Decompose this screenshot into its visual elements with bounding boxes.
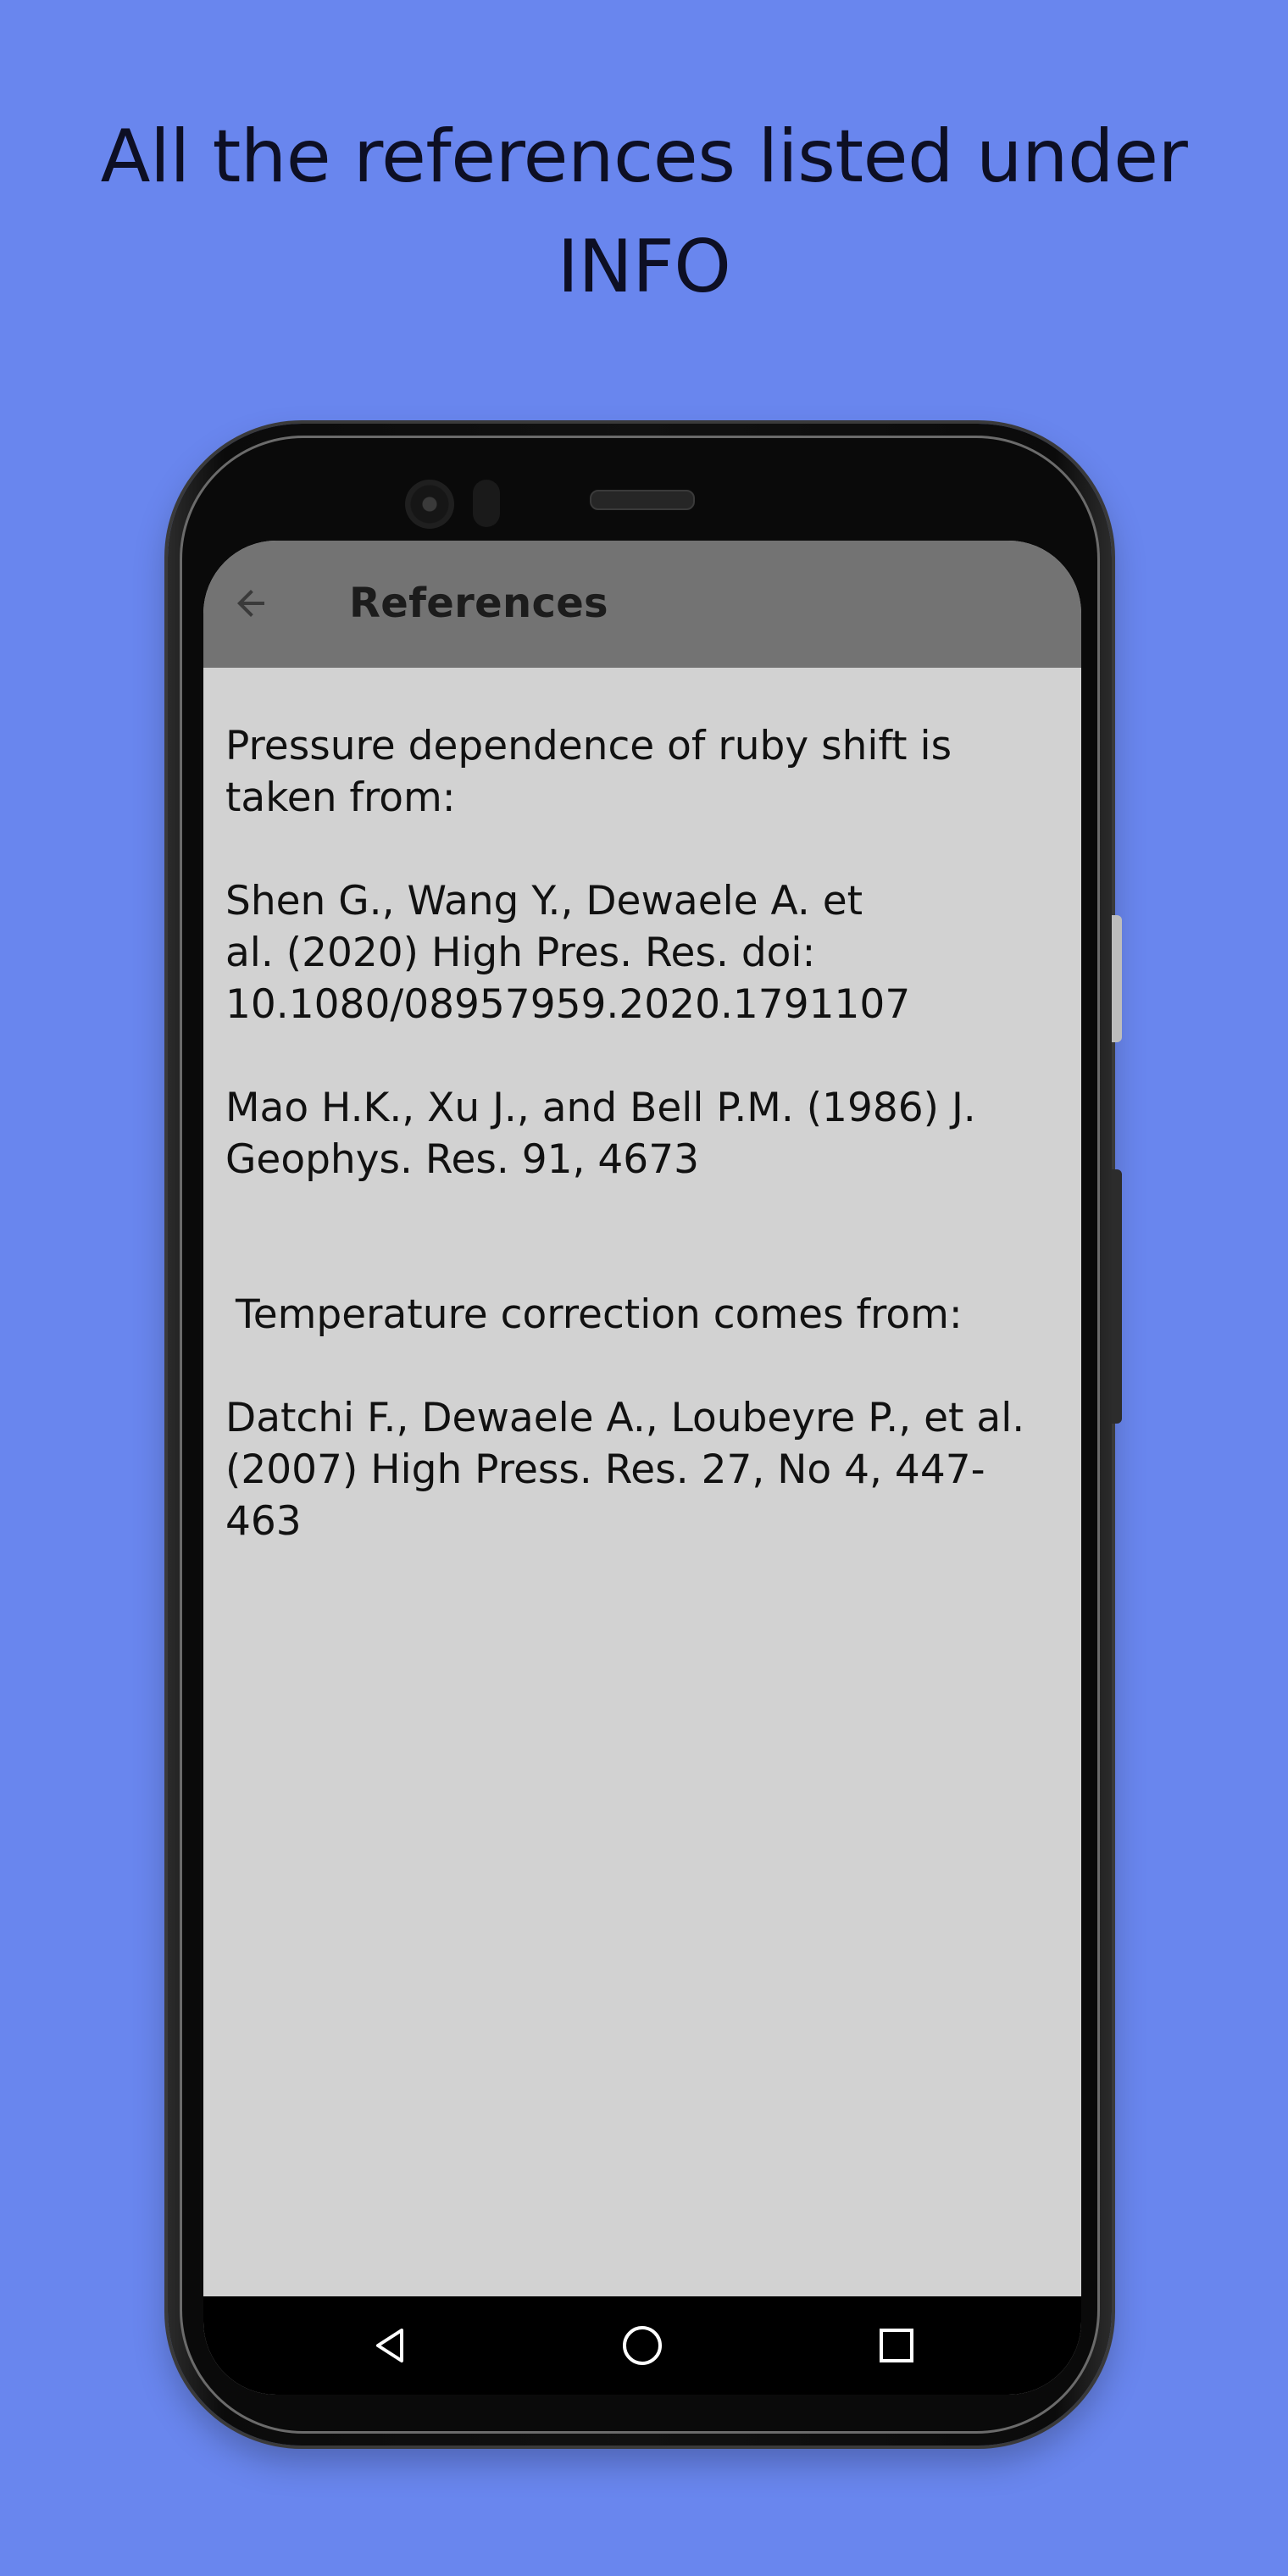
reference-shen-line-3: 10.1080/08957959.2020.1791107: [225, 981, 911, 1028]
reference-shen-line-2: al. (2020) High Pres. Res. doi:: [225, 930, 816, 976]
promo-caption: All the references listed under INFO: [100, 114, 1188, 309]
nav-recents-square-icon: [880, 2329, 913, 2362]
front-camera-icon: [405, 480, 454, 529]
nav-home-circle-icon: [623, 2326, 662, 2365]
references-content: Pressure dependence of ruby shift is tak…: [225, 720, 1059, 1547]
page-title: References: [349, 580, 608, 627]
reference-mao: Mao H.K., Xu J., and Bell P.M. (1986) J.…: [225, 1085, 976, 1183]
nav-back-triangle-icon: [376, 2329, 403, 2362]
proximity-sensor: [473, 480, 500, 527]
nav-home-button[interactable]: [619, 2322, 666, 2369]
temperature-heading: Temperature correction comes from:: [236, 1291, 963, 1338]
back-button[interactable]: [225, 578, 276, 629]
nav-recents-button[interactable]: [873, 2322, 920, 2369]
app-bar: References: [203, 541, 1081, 668]
arrow-back-icon: [237, 590, 264, 617]
intro-text: Pressure dependence of ruby shift is tak…: [225, 723, 952, 821]
phone-volume-button: [1112, 1169, 1122, 1424]
phone-screen: References Pressure dependence of ruby s…: [203, 541, 1081, 2395]
system-nav-bar: [203, 2296, 1081, 2395]
earpiece-speaker: [590, 490, 695, 510]
reference-datchi: Datchi F., Dewaele A., Loubeyre P., et a…: [225, 1395, 1025, 1545]
reference-shen-line-1: Shen G., Wang Y., Dewaele A. et: [225, 878, 863, 924]
phone-power-button: [1112, 915, 1122, 1042]
nav-back-button[interactable]: [366, 2322, 414, 2369]
